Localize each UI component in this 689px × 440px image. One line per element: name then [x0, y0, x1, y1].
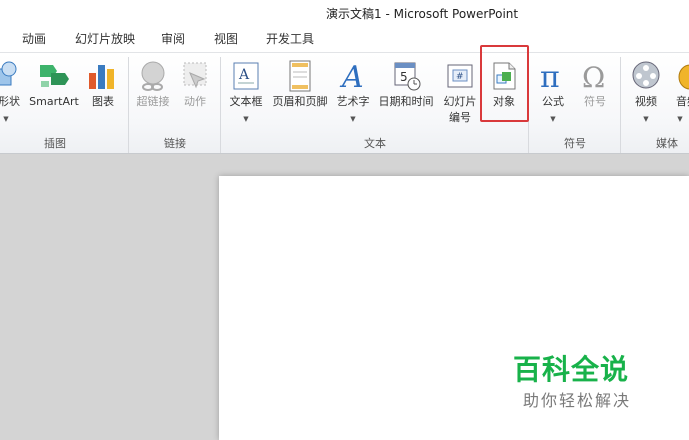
action-icon	[183, 62, 207, 89]
chart-icon	[89, 65, 114, 89]
omega-icon: Ω	[582, 61, 605, 93]
wordart-label: 艺术字	[336, 95, 370, 108]
textbox-label: 文本框	[229, 95, 263, 108]
group-label-media: 媒体	[656, 137, 678, 150]
audio-label: 音频	[676, 95, 689, 108]
group-label-illustrations: 插图	[44, 137, 66, 150]
header-footer-label: 页眉和页脚	[272, 95, 328, 108]
watermark-main: 百科全说	[513, 353, 630, 386]
slide-number-button[interactable]: # 幻灯片 编号	[440, 53, 480, 129]
svg-text:π: π	[540, 60, 560, 93]
chevron-down-icon: ▼	[677, 115, 683, 123]
video-label: 视频	[635, 95, 657, 108]
window-title: 演示文稿1 - Microsoft PowerPoint	[326, 7, 519, 21]
title-bar: 演示文稿1 - Microsoft PowerPoint	[0, 0, 689, 24]
chevron-down-icon: ▼	[3, 115, 9, 123]
slide-number-label-line1: 幻灯片	[443, 95, 477, 108]
group-divider	[220, 57, 221, 153]
shapes-button[interactable]: 形状 ▼	[0, 53, 22, 129]
chart-label: 图表	[92, 95, 114, 108]
shapes-icon	[0, 61, 17, 86]
svg-text:A: A	[339, 60, 364, 93]
pi-icon: π	[540, 60, 560, 93]
film-reel-icon	[632, 61, 660, 89]
audio-button[interactable]: 音频 ▼	[670, 53, 689, 129]
slide-number-icon: #	[447, 64, 473, 88]
wordart-icon: A	[339, 60, 364, 93]
object-button-highlight	[480, 45, 529, 122]
action-label: 动作	[184, 95, 206, 108]
tab-animations[interactable]: 动画	[22, 30, 46, 47]
video-button[interactable]: 视频 ▼	[626, 53, 666, 129]
ribbon-tabs: 动画 幻灯片放映 审阅 视图 开发工具	[0, 24, 689, 52]
slide-number-label-line2: 编号	[449, 111, 471, 124]
chevron-down-icon: ▼	[350, 115, 356, 123]
shapes-label: 形状	[0, 95, 20, 108]
hyperlink-label: 超链接	[136, 95, 170, 108]
globe-link-icon	[141, 61, 165, 91]
textbox-button[interactable]: A 文本框 ▼	[224, 53, 268, 129]
tab-slideshow[interactable]: 幻灯片放映	[75, 30, 135, 47]
svg-text:A: A	[238, 67, 250, 83]
svg-text:Ω: Ω	[582, 61, 605, 93]
chart-button[interactable]: 图表	[86, 53, 120, 129]
calendar-clock-icon: 5	[394, 62, 421, 91]
chevron-down-icon: ▼	[643, 115, 649, 123]
speaker-icon	[678, 64, 689, 90]
svg-text:#: #	[456, 72, 464, 82]
action-button[interactable]: 动作	[176, 53, 214, 129]
smartart-label: SmartArt	[29, 95, 79, 108]
smartart-button[interactable]: SmartArt	[26, 53, 82, 129]
tab-developer[interactable]: 开发工具	[266, 30, 314, 47]
tab-review[interactable]: 审阅	[161, 30, 185, 47]
smartart-icon	[40, 65, 69, 87]
group-label-text: 文本	[364, 137, 386, 150]
symbol-label: 符号	[584, 95, 606, 108]
hyperlink-button[interactable]: 超链接	[133, 53, 173, 129]
equation-label: 公式	[542, 95, 564, 108]
watermark-sub: 助你轻松解决	[523, 391, 632, 410]
datetime-label: 日期和时间	[378, 95, 434, 108]
header-footer-button[interactable]: 页眉和页脚	[268, 53, 332, 129]
datetime-button[interactable]: 5 日期和时间	[374, 53, 438, 129]
group-divider	[128, 57, 129, 153]
wordart-button[interactable]: A 艺术字 ▼	[333, 53, 373, 129]
svg-text:5: 5	[400, 70, 408, 84]
symbol-button[interactable]: Ω 符号	[576, 53, 614, 129]
chevron-down-icon: ▼	[550, 115, 556, 123]
group-label-symbols: 符号	[564, 137, 586, 150]
header-footer-icon	[289, 60, 311, 92]
equation-button[interactable]: π 公式 ▼	[534, 53, 572, 129]
group-divider	[620, 57, 621, 153]
textbox-icon: A	[233, 62, 259, 90]
ribbon: 形状 ▼ SmartArt 图表 超链接 动作 A 文本框 ▼ 页眉和页脚 A …	[0, 52, 689, 154]
tab-view[interactable]: 视图	[214, 30, 238, 47]
group-label-links: 链接	[164, 137, 186, 150]
chevron-down-icon: ▼	[243, 115, 249, 123]
